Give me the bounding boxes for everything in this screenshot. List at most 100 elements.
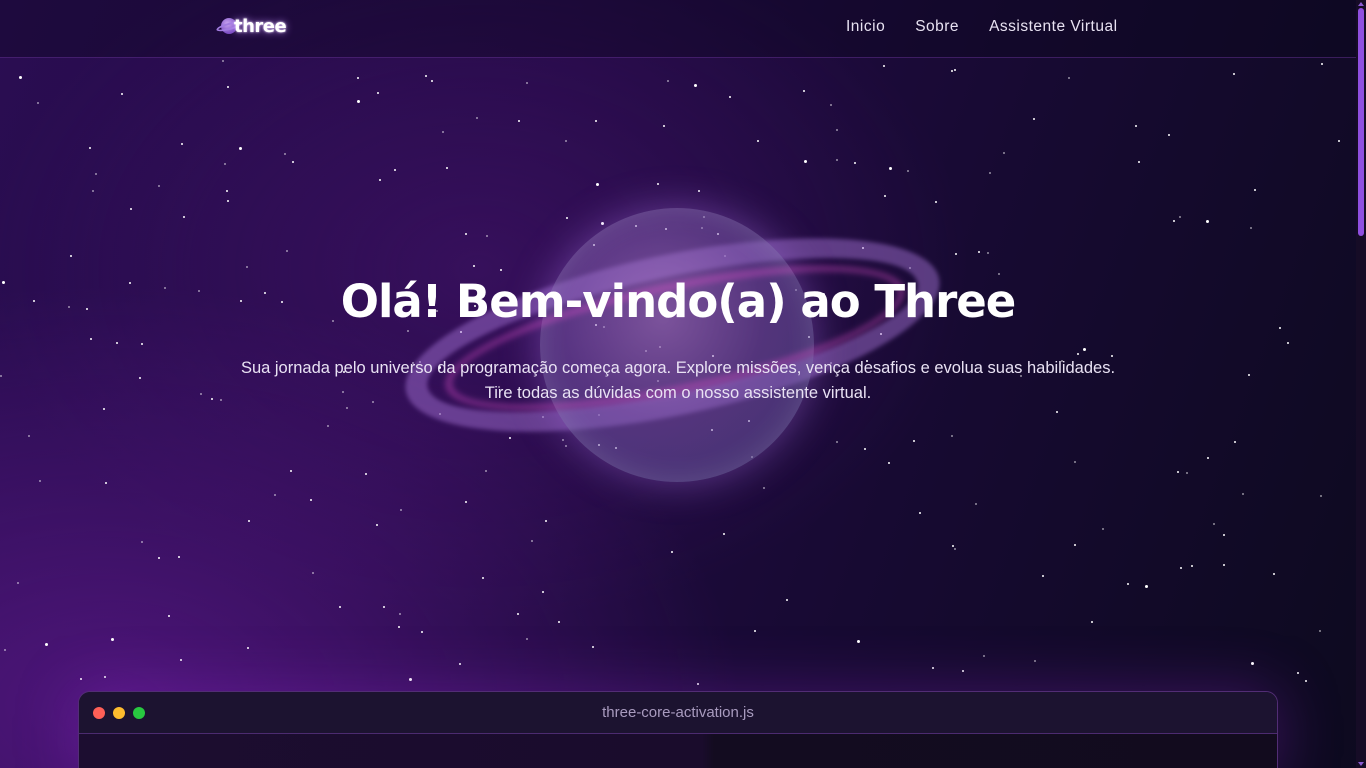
star [227, 200, 229, 202]
star [357, 100, 360, 103]
nav-link-inicio[interactable]: Inicio [846, 18, 885, 36]
logo[interactable]: three [215, 12, 287, 40]
star [1233, 73, 1235, 75]
star [1168, 134, 1170, 136]
star [39, 480, 41, 482]
star [836, 159, 838, 161]
star [377, 92, 379, 94]
star [1305, 680, 1307, 682]
star [284, 153, 286, 155]
star [180, 659, 182, 661]
star [836, 129, 838, 131]
star [526, 82, 528, 84]
star [1068, 77, 1070, 79]
scroll-up-arrow-icon[interactable] [1358, 2, 1364, 6]
star [465, 501, 467, 503]
star [854, 162, 856, 164]
star [1319, 630, 1321, 632]
star [1102, 528, 1104, 530]
star [729, 96, 731, 98]
star [954, 69, 956, 71]
main-nav: Inicio Sobre Assistente Virtual [846, 18, 1118, 36]
star [178, 556, 180, 558]
star [919, 512, 921, 514]
star [754, 630, 756, 632]
star [476, 117, 478, 119]
star [17, 582, 19, 584]
star [1338, 140, 1340, 142]
star [399, 613, 401, 615]
star [19, 76, 22, 79]
page-scrollbar[interactable] [1356, 0, 1366, 768]
star [409, 678, 412, 681]
star [978, 251, 980, 253]
nav-link-assistente-virtual[interactable]: Assistente Virtual [989, 18, 1117, 36]
star [989, 172, 991, 174]
star [663, 125, 665, 127]
star [181, 143, 183, 145]
star [804, 160, 807, 163]
star [907, 170, 909, 172]
star [376, 524, 378, 526]
star [92, 190, 94, 192]
star [286, 250, 288, 252]
star [459, 663, 461, 665]
star [45, 643, 48, 646]
star [105, 482, 107, 484]
star [4, 649, 6, 651]
star [1127, 583, 1129, 585]
star [28, 435, 30, 437]
star [1321, 63, 1323, 65]
star [274, 494, 276, 496]
hero-title: Olá! Bem-vindo(a) ao Three [340, 275, 1017, 328]
star [951, 435, 953, 437]
star [158, 557, 160, 559]
star [1034, 660, 1036, 662]
star [671, 551, 673, 553]
star [531, 540, 533, 542]
star [951, 70, 953, 72]
star [121, 93, 123, 95]
star [1223, 534, 1225, 536]
star [697, 683, 699, 685]
star [1135, 125, 1137, 127]
star [1242, 493, 1244, 495]
star [239, 147, 242, 150]
star [183, 216, 185, 218]
star [803, 90, 805, 92]
star [1251, 662, 1254, 665]
star [357, 77, 359, 79]
star [786, 599, 788, 601]
code-window: three-core-activation.js [78, 691, 1278, 768]
star [400, 509, 402, 511]
star [954, 548, 956, 550]
star [398, 626, 400, 628]
scrollbar-thumb[interactable] [1358, 8, 1364, 236]
star [431, 80, 433, 82]
star [889, 167, 892, 170]
hero-section: Olá! Bem-vindo(a) ao Three Sua jornada p… [0, 275, 1356, 406]
star [222, 60, 224, 62]
star [592, 646, 594, 648]
star [379, 179, 381, 181]
star [935, 201, 937, 203]
hero-subtitle-line-2: Tire todas as dúvidas com o nosso assist… [484, 384, 872, 402]
star [830, 104, 832, 106]
star [952, 545, 954, 547]
star [482, 577, 484, 579]
star [141, 541, 143, 543]
star [1297, 672, 1299, 674]
star [312, 572, 314, 574]
star [421, 631, 423, 633]
star [987, 252, 989, 254]
scroll-down-arrow-icon[interactable] [1358, 762, 1364, 766]
star [1056, 411, 1058, 413]
star [657, 183, 659, 185]
star [446, 167, 448, 169]
star [246, 266, 248, 268]
star [1074, 461, 1076, 463]
star [518, 120, 520, 122]
nav-link-sobre[interactable]: Sobre [915, 18, 959, 36]
code-window-body [79, 734, 1277, 768]
star [1074, 544, 1076, 546]
